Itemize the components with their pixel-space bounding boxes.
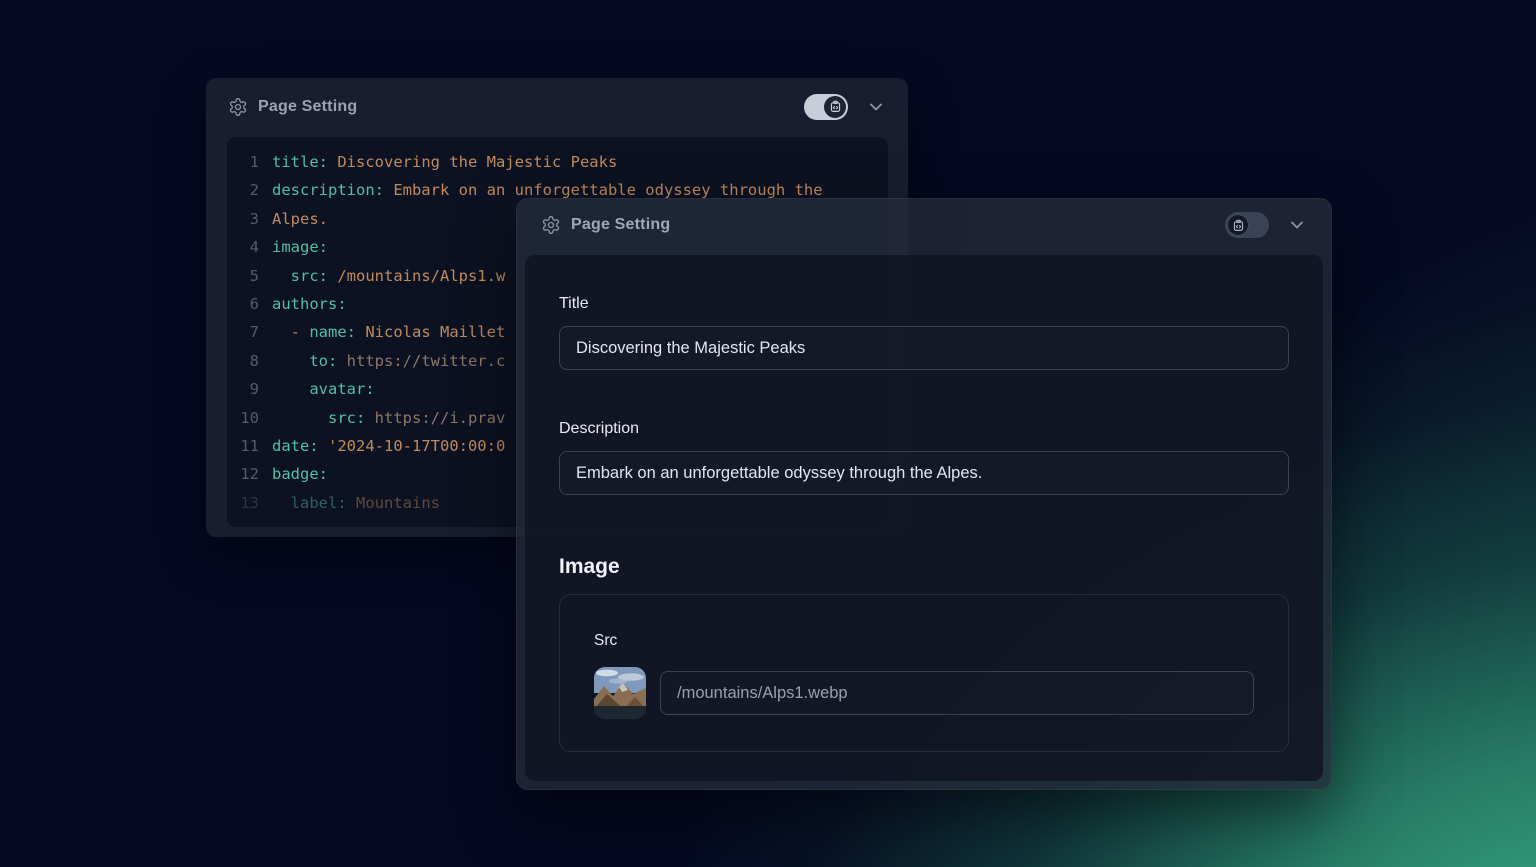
code-line: 1 title: Discovering the Majestic Peaks [237, 148, 888, 176]
line-number: 2 [237, 176, 259, 204]
form-panel-header: Page Setting [517, 199, 1331, 251]
code-panel-title: Page Setting [258, 98, 357, 116]
code-text: authors: [272, 290, 347, 318]
line-number: 12 [237, 460, 259, 488]
title-input[interactable] [559, 326, 1289, 370]
description-field-label: Description [559, 420, 1289, 438]
code-text: Alpes. [272, 205, 328, 233]
line-number: 10 [237, 404, 259, 432]
clipboard-code-icon [829, 100, 842, 113]
image-section-heading: Image [559, 555, 1289, 579]
code-text: title: Discovering the Majestic Peaks [272, 148, 617, 176]
toggle-knob [1227, 214, 1249, 236]
description-input[interactable] [559, 451, 1289, 495]
code-text: badge: [272, 460, 328, 488]
toggle-knob [824, 96, 846, 118]
line-number: 11 [237, 432, 259, 460]
code-text: image: [272, 233, 328, 261]
form-body: Title Description Image Src [525, 255, 1323, 781]
chevron-down-icon[interactable] [1287, 215, 1307, 235]
line-number: 8 [237, 347, 259, 375]
line-number: 4 [237, 233, 259, 261]
line-number: 7 [237, 318, 259, 346]
gear-icon [541, 215, 561, 235]
chevron-down-icon[interactable] [866, 97, 886, 117]
page-setting-form-panel: Page Setting Title Description [516, 198, 1332, 790]
code-text: - name: Nicolas Maillet [272, 318, 505, 346]
clipboard-code-icon [1232, 219, 1245, 232]
code-text: src: /mountains/Alps1.w [272, 262, 505, 290]
code-view-toggle[interactable] [804, 94, 848, 120]
line-number: 9 [237, 375, 259, 403]
line-number: 13 [237, 489, 259, 517]
form-panel-title: Page Setting [571, 216, 670, 234]
title-field-label: Title [559, 295, 1289, 313]
line-number: 1 [237, 148, 259, 176]
code-view-toggle[interactable] [1225, 212, 1269, 238]
mountain-photo-thumbnail [594, 667, 646, 719]
code-text: date: '2024-10-17T00:00:0 [272, 432, 505, 460]
code-text: label: Mountains [272, 489, 440, 517]
line-number: 6 [237, 290, 259, 318]
image-thumbnail[interactable] [594, 667, 646, 719]
code-text: to: https://twitter.c [272, 347, 505, 375]
code-panel-header: Page Setting [206, 78, 908, 135]
gear-icon [228, 97, 248, 117]
line-number: 3 [237, 205, 259, 233]
code-text: src: https://i.prav [272, 404, 505, 432]
image-card: Src [559, 594, 1289, 752]
image-src-input[interactable] [660, 671, 1254, 715]
page-background: Page Setting 1 title: Discovering the Maj… [0, 0, 1536, 867]
code-text: avatar: [272, 375, 375, 403]
src-field-label: Src [594, 632, 1254, 650]
line-number: 5 [237, 262, 259, 290]
